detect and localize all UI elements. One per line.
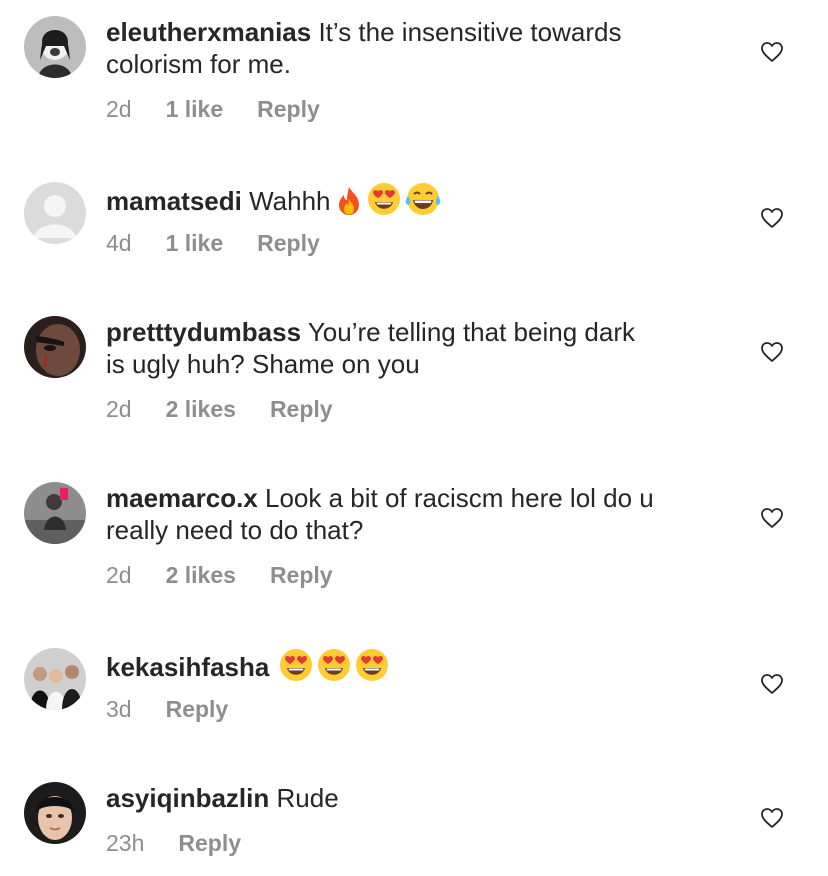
comment-time: 23h xyxy=(106,830,145,856)
tears-of-joy-emoji xyxy=(405,182,441,216)
heart-icon[interactable] xyxy=(760,807,784,829)
likes-count[interactable]: 1 like xyxy=(166,230,224,256)
comment-text: pretttydumbass You’re telling that being… xyxy=(106,317,635,379)
comment-username[interactable]: asyiqinbazlin xyxy=(106,783,269,813)
reply-button[interactable]: Reply xyxy=(270,396,333,422)
comment-meta: 2d 2 likes Reply xyxy=(106,562,367,589)
heart-eyes-emoji xyxy=(279,648,313,682)
comment-username[interactable]: maemarco.x xyxy=(106,483,258,513)
avatar[interactable] xyxy=(24,782,86,844)
heart-icon[interactable] xyxy=(760,41,784,63)
reply-button[interactable]: Reply xyxy=(270,562,333,588)
comment-meta: 3d Reply xyxy=(106,696,262,723)
comment-meta: 4d 1 like Reply xyxy=(106,230,354,257)
heart-icon[interactable] xyxy=(760,207,784,229)
comment-username[interactable]: eleutherxmanias xyxy=(106,17,311,47)
comment-username[interactable]: kekasihfasha xyxy=(106,652,269,682)
likes-count[interactable]: 2 likes xyxy=(166,562,236,588)
heart-eyes-emoji xyxy=(355,648,389,682)
comment-meta: 23h Reply xyxy=(106,830,275,857)
comment-username[interactable]: pretttydumbass xyxy=(106,317,301,347)
avatar[interactable] xyxy=(24,316,86,378)
heart-icon[interactable] xyxy=(760,507,784,529)
heart-icon[interactable] xyxy=(760,341,784,363)
reply-button[interactable]: Reply xyxy=(257,230,320,256)
heart-icon[interactable] xyxy=(760,673,784,695)
comment-text: eleutherxmanias It’s the insensitive tow… xyxy=(106,17,622,79)
comment-time: 2d xyxy=(106,96,132,122)
reply-button[interactable]: Reply xyxy=(178,830,241,856)
heart-eyes-emoji xyxy=(367,182,401,216)
comment-time: 3d xyxy=(106,696,132,722)
comment-time: 2d xyxy=(106,396,132,422)
comment-text: asyiqinbazlin Rude xyxy=(106,783,339,813)
comment-text: maemarco.x Look a bit of raciscm here lo… xyxy=(106,483,654,545)
reply-button[interactable]: Reply xyxy=(166,696,229,722)
avatar[interactable] xyxy=(24,182,86,244)
comment-meta: 2d 2 likes Reply xyxy=(106,396,367,423)
fire-emoji xyxy=(335,186,363,216)
avatar[interactable] xyxy=(24,482,86,544)
comment-time: 2d xyxy=(106,562,132,588)
avatar[interactable] xyxy=(24,648,86,710)
comment-meta: 2d 1 like Reply xyxy=(106,96,354,123)
comment-text: mamatsedi Wahhh xyxy=(106,182,726,217)
heart-eyes-emoji xyxy=(317,648,351,682)
comment-username[interactable]: mamatsedi xyxy=(106,186,242,216)
reply-button[interactable]: Reply xyxy=(257,96,320,122)
likes-count[interactable]: 1 like xyxy=(166,96,224,122)
avatar[interactable] xyxy=(24,16,86,78)
comment-time: 4d xyxy=(106,230,132,256)
likes-count[interactable]: 2 likes xyxy=(166,396,236,422)
comment-text: kekasihfasha xyxy=(106,648,726,683)
